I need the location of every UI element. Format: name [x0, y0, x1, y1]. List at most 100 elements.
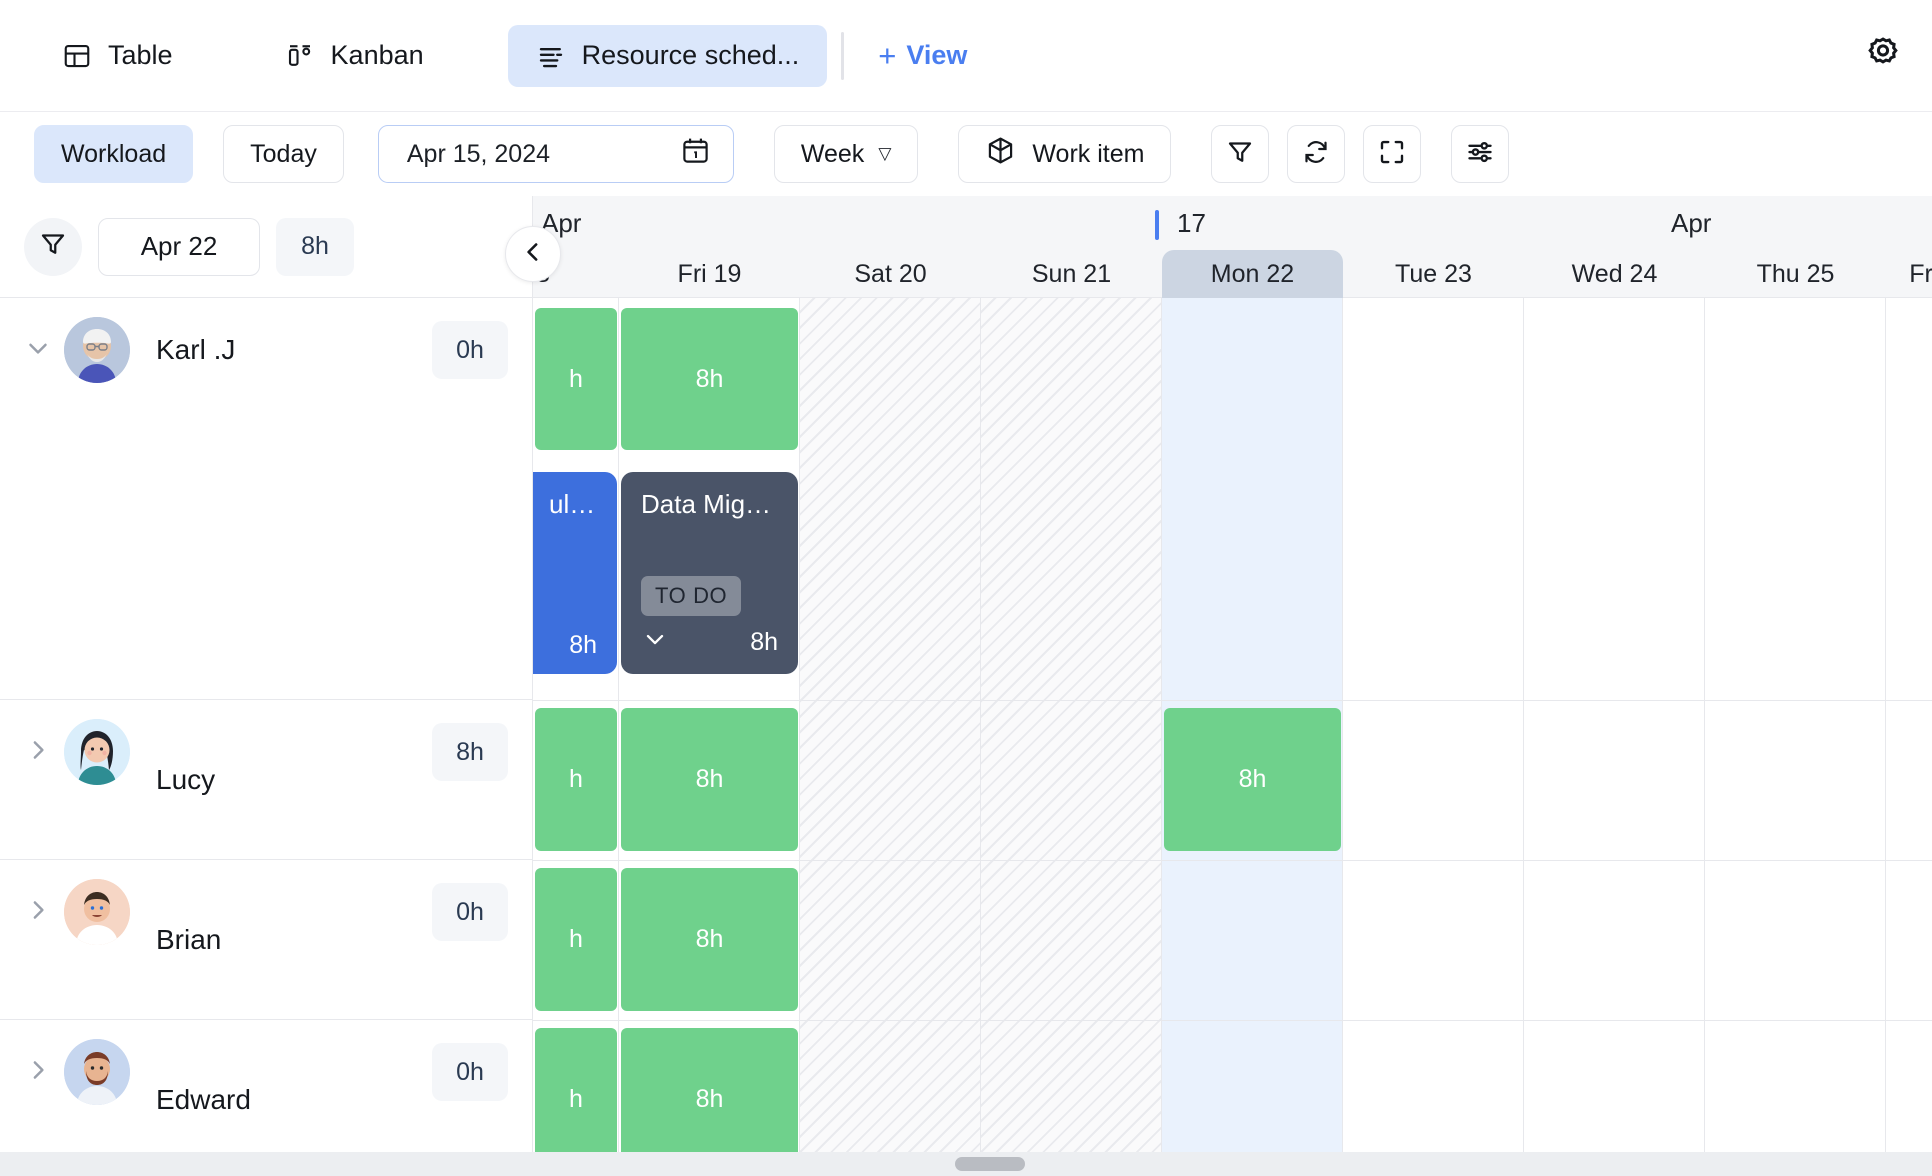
- task-card-blue[interactable]: ule r... 8h: [533, 472, 617, 674]
- day-column-wed-24[interactable]: [1524, 298, 1705, 1176]
- timeline-month-row: Apr 17 Apr: [533, 196, 1932, 250]
- day-header-thu-25[interactable]: Thu 25: [1705, 250, 1886, 298]
- zoom-level-dropdown[interactable]: Week ▽: [774, 125, 919, 183]
- horizontal-scrollbar[interactable]: [0, 1152, 1932, 1176]
- task-card-title: Data Migra...: [641, 490, 778, 520]
- status-badge[interactable]: TO DO: [641, 576, 741, 616]
- day-column-thu-25[interactable]: [1705, 298, 1886, 1176]
- workload-bar-label: 8h: [696, 365, 724, 394]
- avatar: [64, 879, 130, 945]
- fullscreen-button[interactable]: [1363, 125, 1421, 183]
- resource-hours-label: 0h: [456, 898, 484, 927]
- fullscreen-icon: [1377, 137, 1407, 172]
- display-settings-button[interactable]: [1451, 125, 1509, 183]
- horizontal-scrollbar-thumb[interactable]: [955, 1157, 1025, 1171]
- filter-icon: [38, 229, 68, 264]
- resource-name: Lucy: [156, 700, 215, 860]
- resource-row-karl[interactable]: Karl .J 0h: [0, 298, 532, 700]
- selected-date-chip[interactable]: Apr 22: [98, 218, 260, 276]
- calendar-icon: [680, 135, 711, 173]
- day-header-wed-24[interactable]: Wed 24: [1524, 250, 1705, 298]
- day-header-sat-20[interactable]: Sat 20: [800, 250, 981, 298]
- chevron-right-icon: [23, 1055, 53, 1090]
- chevron-down-icon[interactable]: [641, 625, 669, 660]
- avatar: [64, 317, 130, 383]
- avatar: [64, 1039, 130, 1105]
- workload-bar-label: h: [569, 365, 583, 394]
- refresh-button[interactable]: [1287, 125, 1345, 183]
- tab-kanban[interactable]: Kanban: [257, 25, 452, 87]
- filter-icon: [1225, 137, 1255, 172]
- workload-bar[interactable]: 8h: [1164, 708, 1341, 851]
- workload-bar[interactable]: h: [535, 708, 617, 851]
- avatar: [64, 719, 130, 785]
- refresh-icon: [1301, 137, 1331, 172]
- day-column-tue-23[interactable]: [1343, 298, 1524, 1176]
- resource-row-lucy[interactable]: Lucy 8h: [0, 700, 532, 860]
- today-button[interactable]: Today: [223, 125, 344, 183]
- day-column-sat-20[interactable]: [800, 298, 981, 1176]
- expand-toggle-lucy[interactable]: [12, 700, 64, 804]
- chevron-right-icon: [23, 895, 53, 930]
- resource-filter-button[interactable]: [24, 218, 82, 276]
- filter-button[interactable]: [1211, 125, 1269, 183]
- workload-bar[interactable]: 8h: [621, 1028, 798, 1171]
- expand-toggle-brian[interactable]: [12, 860, 64, 964]
- resource-row-brian[interactable]: Brian 0h: [0, 860, 532, 1020]
- workload-bar[interactable]: h: [535, 868, 617, 1011]
- date-picker[interactable]: Apr 15, 2024: [378, 125, 734, 183]
- workload-bar[interactable]: h: [535, 1028, 617, 1171]
- gear-icon: [1864, 34, 1902, 77]
- task-card-footer: 8h: [641, 625, 778, 660]
- day-header-tue-23[interactable]: Tue 23: [1343, 250, 1524, 298]
- settings-button[interactable]: [1860, 33, 1906, 79]
- expand-toggle-edward[interactable]: [12, 1020, 64, 1124]
- expand-toggle-karl[interactable]: [12, 298, 64, 402]
- add-view-button[interactable]: + View: [866, 34, 979, 77]
- zoom-level-label: Week: [801, 140, 864, 169]
- view-tab-bar: Table Kanban Resource sched... +: [0, 0, 1932, 112]
- workload-bar[interactable]: h: [535, 308, 617, 450]
- workload-bar[interactable]: 8h: [621, 708, 798, 851]
- resource-name: Brian: [156, 860, 221, 1020]
- date-picker-value: Apr 15, 2024: [407, 140, 550, 169]
- resource-hours: 0h: [432, 321, 508, 379]
- day-header-fri-19[interactable]: Fri 19: [619, 250, 800, 298]
- collapse-panel-button[interactable]: [505, 226, 561, 282]
- chevron-right-icon: [23, 735, 53, 770]
- tab-resource-schedule-label: Resource sched...: [582, 40, 800, 71]
- day-column-sun-21[interactable]: [981, 298, 1162, 1176]
- row-divider: [533, 700, 1932, 701]
- workload-bar[interactable]: 8h: [621, 308, 798, 450]
- month-label-right: Apr: [1671, 208, 1711, 239]
- tab-divider: [841, 32, 844, 80]
- tab-table[interactable]: Table: [34, 25, 201, 87]
- schedule-toolbar: Workload Today Apr 15, 2024 Week ▽ Work …: [0, 112, 1932, 196]
- resource-hours-label: 8h: [456, 738, 484, 767]
- tab-resource-schedule[interactable]: Resource sched...: [508, 25, 828, 87]
- table-icon: [62, 41, 92, 71]
- task-card-hours: 8h: [750, 628, 778, 657]
- work-item-button[interactable]: Work item: [958, 125, 1171, 183]
- workload-label: Workload: [61, 140, 166, 169]
- timeline-grid: h 8h ule r... 8h Data Migra... TO DO: [533, 298, 1932, 1176]
- day-column-fri-26[interactable]: [1886, 298, 1932, 1176]
- tab-table-label: Table: [108, 40, 173, 71]
- add-view-label: View: [906, 40, 967, 71]
- resource-name: Karl .J: [156, 298, 235, 402]
- selected-date-label: Apr 22: [141, 231, 218, 262]
- row-divider: [533, 860, 1932, 861]
- task-card-data-migration[interactable]: Data Migra... TO DO 8h: [621, 472, 798, 674]
- workload-button[interactable]: Workload: [34, 125, 193, 183]
- timeline-day-row: 8 Fri 19 Sat 20 Sun 21 Mon 22 Tue 23 Wed…: [533, 250, 1932, 298]
- day-header-mon-22[interactable]: Mon 22: [1162, 250, 1343, 298]
- tab-kanban-label: Kanban: [331, 40, 424, 71]
- day-header-sun-21[interactable]: Sun 21: [981, 250, 1162, 298]
- day-header-fri-26[interactable]: Fr: [1886, 250, 1932, 298]
- chevron-down-icon: ▽: [878, 144, 891, 164]
- workload-bar-label: 8h: [696, 765, 724, 794]
- workload-bar-label: h: [569, 1085, 583, 1114]
- workload-bar[interactable]: 8h: [621, 868, 798, 1011]
- row-divider: [533, 1020, 1932, 1021]
- resource-hours: 0h: [432, 1043, 508, 1101]
